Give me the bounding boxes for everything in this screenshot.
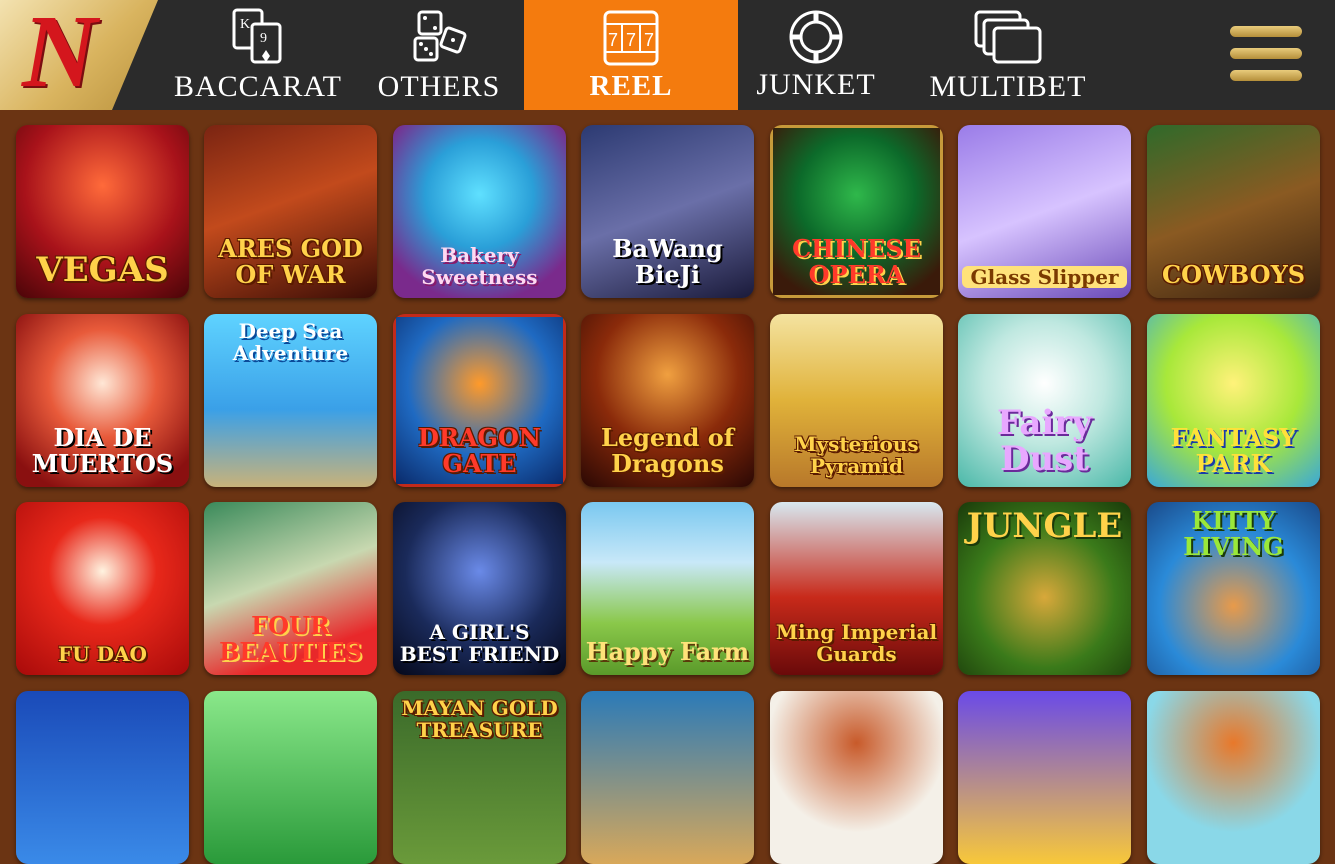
game-title: Ming Imperial Guards [775, 620, 938, 666]
game-tile[interactable] [204, 691, 377, 864]
game-tile[interactable] [958, 691, 1131, 864]
game-tile[interactable] [770, 691, 943, 864]
tab-label: JUNKET [756, 68, 876, 101]
game-tile[interactable]: DRAGON GATE [393, 314, 566, 487]
game-title: Legend of Dragons [600, 423, 735, 478]
logo[interactable]: N [0, 0, 158, 110]
game-tile[interactable]: Glass Slipper [958, 125, 1131, 298]
game-tile[interactable]: Deep Sea Adventure [204, 314, 377, 487]
game-title: ARES GOD OF WAR [218, 234, 363, 289]
game-tile[interactable]: FU DAO [16, 502, 189, 675]
tab-others[interactable]: OTHERS [354, 0, 524, 110]
game-tile[interactable] [16, 691, 189, 864]
game-title: Mysterious Pyramid [794, 432, 919, 478]
game-title: DIA DE MUERTOS [31, 423, 174, 478]
game-title: MAYAN GOLD TREASURE [401, 696, 558, 742]
game-tile[interactable]: COWBOYS [1147, 125, 1320, 298]
dice-icon [413, 10, 467, 62]
game-title: Fairy Dust [997, 403, 1092, 479]
poker-chip-icon [789, 10, 843, 64]
game-tile[interactable] [581, 691, 754, 864]
game-tile[interactable]: MAYAN GOLD TREASURE [393, 691, 566, 864]
tab-label: REEL [589, 70, 673, 102]
cards-icon: K 9 [232, 8, 282, 64]
game-title: JUNGLE [966, 506, 1123, 546]
game-tile[interactable]: JUNGLE [958, 502, 1131, 675]
game-tile[interactable]: BaWang BieJi [581, 125, 754, 298]
game-title: Glass Slipper [962, 266, 1127, 288]
svg-text:7: 7 [608, 30, 618, 50]
game-tile[interactable]: FOUR BEAUTIES [204, 502, 377, 675]
top-navigation-bar: N K 9 BACCARAT OTHERS 7 7 7 REEL JUNKET … [0, 0, 1335, 110]
game-tile[interactable]: A GIRL'S BEST FRIEND [393, 502, 566, 675]
tab-label: OTHERS [377, 70, 501, 103]
game-title: Happy Farm [585, 637, 750, 666]
game-tile[interactable]: Legend of Dragons [581, 314, 754, 487]
game-tile[interactable]: FANTASY PARK [1147, 314, 1320, 487]
game-title: COWBOYS [1161, 260, 1306, 289]
svg-text:9: 9 [260, 31, 267, 46]
tab-label: BACCARAT [173, 70, 343, 103]
game-title: A GIRL'S BEST FRIEND [399, 620, 560, 666]
game-title: Bakery Sweetness [421, 243, 538, 289]
slot-reel-icon: 7 7 7 [603, 10, 659, 66]
game-title: VEGAS [36, 250, 169, 290]
game-tile[interactable]: Mysterious Pyramid [770, 314, 943, 487]
game-tile[interactable]: CHINESE OPERA [770, 125, 943, 298]
game-tile[interactable]: VEGAS [16, 125, 189, 298]
game-title: FANTASY PARK [1170, 423, 1297, 478]
game-title: DRAGON GATE [418, 423, 541, 478]
game-title: FOUR BEAUTIES [219, 611, 362, 666]
tab-reel[interactable]: 7 7 7 REEL [524, 0, 738, 110]
game-title: KITTY LIVING [1183, 506, 1284, 561]
logo-letter: N [22, 0, 98, 109]
game-tile[interactable]: KITTY LIVING [1147, 502, 1320, 675]
game-tile[interactable] [1147, 691, 1320, 864]
game-tile[interactable]: ARES GOD OF WAR [204, 125, 377, 298]
tab-label: MULTIBET [929, 70, 1087, 103]
tab-junket[interactable]: JUNKET [738, 0, 894, 110]
multi-window-icon [974, 10, 1042, 64]
hamburger-menu-icon[interactable] [1230, 26, 1302, 86]
game-tile[interactable]: Bakery Sweetness [393, 125, 566, 298]
tab-baccarat[interactable]: K 9 BACCARAT [162, 0, 354, 110]
tab-multibet[interactable]: MULTIBET [914, 0, 1102, 110]
game-title: BaWang BieJi [612, 234, 723, 289]
game-tile[interactable]: DIA DE MUERTOS [16, 314, 189, 487]
svg-text:7: 7 [644, 30, 654, 50]
svg-text:7: 7 [626, 30, 636, 50]
game-title: Deep Sea Adventure [232, 319, 349, 365]
svg-text:K: K [240, 17, 250, 32]
game-tile[interactable]: Happy Farm [581, 502, 754, 675]
game-title: CHINESE OPERA [792, 234, 921, 289]
game-tile[interactable]: Fairy Dust [958, 314, 1131, 487]
game-title: FU DAO [58, 642, 147, 666]
game-tile[interactable]: Ming Imperial Guards [770, 502, 943, 675]
